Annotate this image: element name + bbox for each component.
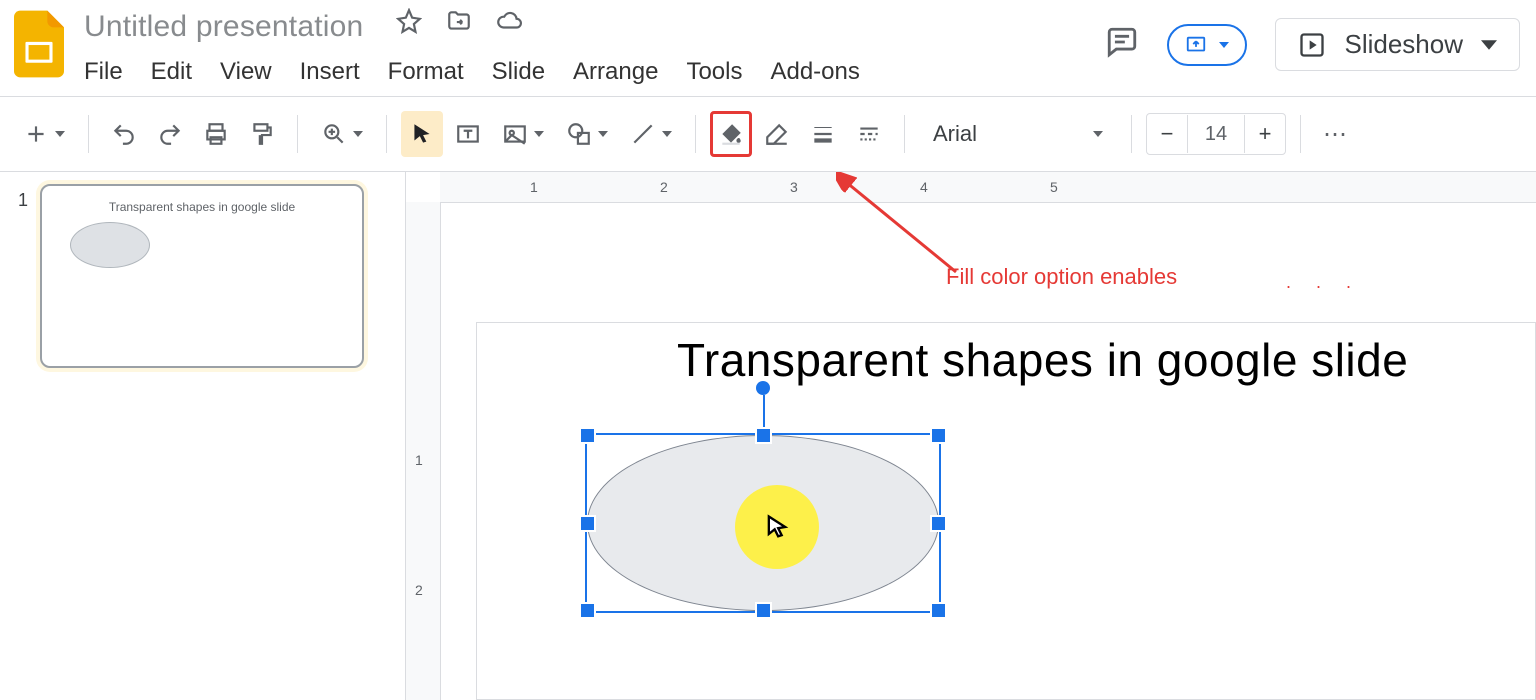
thumbnail-panel: 1 Transparent shapes in google slide — [0, 172, 406, 700]
cloud-status-icon[interactable] — [496, 8, 522, 39]
slide-heading[interactable]: Transparent shapes in google slide — [677, 333, 1408, 387]
menu-bar: File Edit View Insert Format Slide Arran… — [84, 58, 860, 86]
slideshow-label: Slideshow — [1344, 29, 1463, 60]
rotate-handle[interactable] — [756, 381, 770, 395]
thumbnail-shape-ellipse — [70, 222, 150, 268]
thumbnail-slide[interactable]: Transparent shapes in google slide — [40, 184, 364, 368]
new-slide-button[interactable] — [14, 111, 74, 157]
main-area: 1 Transparent shapes in google slide 1 2… — [0, 172, 1536, 700]
vertical-ruler[interactable]: 1 2 — [406, 202, 441, 700]
resize-handle-sw[interactable] — [579, 602, 596, 619]
menu-file[interactable]: File — [84, 58, 123, 86]
selected-shape-bounding-box[interactable] — [585, 433, 941, 613]
toolbar: Arial − 14 + ⋯ — [0, 97, 1536, 172]
resize-handle-n[interactable] — [755, 427, 772, 444]
menu-arrange[interactable]: Arrange — [573, 58, 658, 86]
app-logo-icon[interactable] — [12, 8, 66, 80]
shape-button[interactable] — [557, 111, 617, 157]
document-title[interactable]: Untitled presentation — [84, 10, 363, 43]
header-bar: Untitled presentation File Edit View Ins… — [0, 0, 1536, 97]
resize-handle-e[interactable] — [930, 515, 947, 532]
rotate-stem — [763, 395, 765, 427]
horizontal-ruler[interactable]: 1 2 3 4 5 — [440, 172, 1536, 203]
chevron-down-icon — [1093, 131, 1103, 137]
thumbnail-row[interactable]: 1 Transparent shapes in google slide — [0, 184, 405, 368]
font-family-value: Arial — [933, 121, 977, 147]
header-right: Slideshow — [1105, 8, 1524, 71]
menu-insert[interactable]: Insert — [300, 58, 360, 86]
font-family-select[interactable]: Arial — [919, 121, 1117, 147]
thumbnail-title: Transparent shapes in google slide — [42, 186, 362, 214]
comments-icon[interactable] — [1105, 25, 1139, 64]
border-dash-button[interactable] — [848, 111, 890, 157]
hruler-tick: 1 — [530, 179, 538, 195]
vruler-tick: 2 — [415, 582, 423, 598]
star-icon[interactable] — [396, 8, 422, 39]
resize-handle-s[interactable] — [755, 602, 772, 619]
font-size-value[interactable]: 14 — [1187, 115, 1245, 153]
hruler-tick: 3 — [790, 179, 798, 195]
image-button[interactable] — [493, 111, 553, 157]
annotation-dots: . . . — [1286, 272, 1361, 293]
present-button[interactable] — [1167, 24, 1247, 66]
textbox-button[interactable] — [447, 111, 489, 157]
menu-view[interactable]: View — [220, 58, 272, 86]
resize-handle-nw[interactable] — [579, 427, 596, 444]
thumbnail-number: 1 — [18, 184, 40, 211]
resize-handle-ne[interactable] — [930, 427, 947, 444]
canvas-area: 1 2 3 4 5 1 2 Fill color option enables … — [406, 172, 1536, 700]
font-size-decrease[interactable]: − — [1147, 121, 1187, 147]
select-tool-button[interactable] — [401, 111, 443, 157]
slide-canvas[interactable]: Transparent shapes in google slide — [476, 322, 1536, 700]
line-button[interactable] — [621, 111, 681, 157]
vruler-tick: 1 — [415, 452, 423, 468]
border-weight-button[interactable] — [802, 111, 844, 157]
redo-button[interactable] — [149, 111, 191, 157]
fill-color-button[interactable] — [710, 111, 752, 157]
cursor-highlight-icon — [735, 485, 819, 569]
hruler-tick: 2 — [660, 179, 668, 195]
resize-handle-w[interactable] — [579, 515, 596, 532]
move-folder-icon[interactable] — [446, 8, 472, 39]
font-size-increase[interactable]: + — [1245, 121, 1285, 147]
menu-format[interactable]: Format — [388, 58, 464, 86]
font-size-control: − 14 + — [1146, 113, 1286, 155]
annotation-label: Fill color option enables — [946, 264, 1177, 290]
present-dropdown-icon[interactable] — [1219, 42, 1229, 48]
menu-tools[interactable]: Tools — [686, 58, 742, 86]
slideshow-button[interactable]: Slideshow — [1275, 18, 1520, 71]
title-block: Untitled presentation File Edit View Ins… — [66, 8, 860, 86]
more-tools-button[interactable]: ⋯ — [1315, 120, 1357, 149]
menu-edit[interactable]: Edit — [151, 58, 192, 86]
print-button[interactable] — [195, 111, 237, 157]
menu-addons[interactable]: Add-ons — [770, 58, 859, 86]
menu-slide[interactable]: Slide — [492, 58, 545, 86]
undo-button[interactable] — [103, 111, 145, 157]
border-color-button[interactable] — [756, 111, 798, 157]
zoom-button[interactable] — [312, 111, 372, 157]
hruler-tick: 5 — [1050, 179, 1058, 195]
paint-format-button[interactable] — [241, 111, 283, 157]
resize-handle-se[interactable] — [930, 602, 947, 619]
